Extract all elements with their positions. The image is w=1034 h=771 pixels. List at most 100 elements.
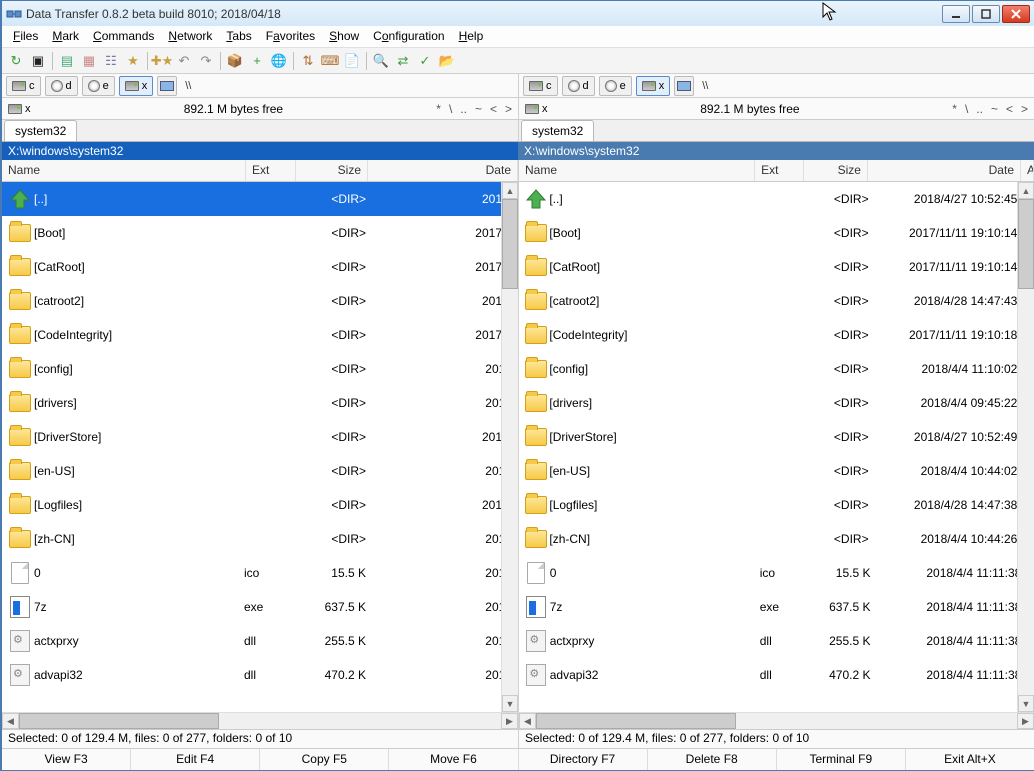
file-row[interactable]: [zh-CN]<DIR>2018/4/4 10:44:26d-- [519,522,1034,556]
diff-icon[interactable]: ⇄ [393,51,413,71]
path-bar-left[interactable]: X:\windows\system32 [2,142,518,160]
search-icon[interactable]: 🔍 [371,51,391,71]
scroll-thumb[interactable] [1018,199,1034,289]
file-row[interactable]: [DriverStore]<DIR>2018/4/27 10:52:49d-- [519,420,1034,454]
menu-files[interactable]: Files [6,26,45,47]
column-name[interactable]: Name [2,160,246,181]
nav-x[interactable]: < [490,102,497,116]
ftp-icon[interactable]: ⇅ [298,51,318,71]
file-row[interactable]: 7zexe637.5 K2018 [2,590,518,624]
file-row[interactable]: [DriverStore]<DIR>2018/ [2,420,518,454]
fkey-edit[interactable]: Edit F4 [131,749,260,770]
scroll-up-icon[interactable]: ▲ [1018,182,1034,199]
scroll-right-icon[interactable]: ▶ [1017,713,1034,729]
fwd-icon[interactable]: ↷ [196,51,216,71]
fkey-exit[interactable]: Exit Alt+X [906,749,1034,770]
connect-icon[interactable]: 🌐 [269,51,289,71]
fkey-move[interactable]: Move F6 [389,749,518,770]
scroll-down-icon[interactable]: ▼ [502,695,518,712]
network-drive-button[interactable] [157,76,177,96]
file-row[interactable]: [en-US]<DIR>2018/4/4 10:44:02d-- [519,454,1034,488]
fkey-directory[interactable]: Directory F7 [519,749,648,770]
nav-x[interactable]: * [436,102,441,116]
nav-x[interactable]: \ [449,102,452,116]
scroll-thumb[interactable] [502,199,518,289]
column-att[interactable]: Att [1021,160,1034,181]
panel-tab[interactable]: system32 [4,120,77,141]
drive-c[interactable]: c [6,76,41,96]
drive-e[interactable]: e [599,76,632,96]
nav-x[interactable]: * [952,102,957,116]
thumbs-icon[interactable]: ▦ [79,51,99,71]
file-row[interactable]: [..]<DIR>2018/4/27 10:52:45d-- [519,182,1034,216]
nav-x[interactable]: < [1006,102,1013,116]
file-row[interactable]: [Logfiles]<DIR>2018/4/28 14:47:38d-a [519,488,1034,522]
scroll-track[interactable] [736,713,1017,729]
file-row[interactable]: [Boot]<DIR>2017/1 [2,216,518,250]
menu-favorites[interactable]: Favorites [259,26,322,47]
addfav-icon[interactable]: ✚★ [152,51,172,71]
treeview-icon[interactable]: ☷ [101,51,121,71]
file-row[interactable]: advapi32dll470.2 K2018/4/4 11:11:38--a [519,658,1034,692]
column-ext[interactable]: Ext [246,160,296,181]
back-icon[interactable]: ↶ [174,51,194,71]
column-name[interactable]: Name [519,160,755,181]
menu-mark[interactable]: Mark [45,26,86,47]
column-date[interactable]: Date [868,160,1021,181]
menu-tabs[interactable]: Tabs [219,26,258,47]
file-row[interactable]: [drivers]<DIR>2018/4/4 09:45:22d-- [519,386,1034,420]
scrollbar-horizontal[interactable]: ◀ ▶ [519,712,1034,729]
filelist-left[interactable]: [..]<DIR>2018/[Boot]<DIR>2017/1[CatRoot]… [2,182,518,729]
filelist-right[interactable]: [..]<DIR>2018/4/27 10:52:45d--[Boot]<DIR… [519,182,1034,729]
scroll-thumb[interactable] [19,713,219,729]
nav-x[interactable]: ~ [475,102,482,116]
file-row[interactable]: [CatRoot]<DIR>2017/1 [2,250,518,284]
file-row[interactable]: [Logfiles]<DIR>2018/ [2,488,518,522]
file-row[interactable]: [en-US]<DIR>2018 [2,454,518,488]
scroll-track[interactable] [502,289,518,695]
file-row[interactable]: [CodeIntegrity]<DIR>2017/1 [2,318,518,352]
network-drive-button[interactable] [674,76,694,96]
file-row[interactable]: [config]<DIR>2018/4/4 11:10:02d-- [519,352,1034,386]
scroll-right-icon[interactable]: ▶ [501,713,518,729]
file-row[interactable]: actxprxydll255.5 K2018 [2,624,518,658]
nav-x[interactable]: ~ [991,102,998,116]
file-row[interactable]: actxprxydll255.5 K2018/4/4 11:11:38--a [519,624,1034,658]
menu-commands[interactable]: Commands [86,26,161,47]
fkey-terminal[interactable]: Terminal F9 [777,749,906,770]
notepad-icon[interactable]: 📄 [342,51,362,71]
scroll-left-icon[interactable]: ◀ [519,713,536,729]
panel-tab[interactable]: system32 [521,120,594,141]
file-row[interactable]: [catroot2]<DIR>2018/4/28 14:47:43d-- [519,284,1034,318]
file-row[interactable]: 0ico15.5 K2018/4/4 11:11:38--a [519,556,1034,590]
nav-xx[interactable]: .. [976,102,983,116]
close-button[interactable] [1002,5,1030,23]
listview-icon[interactable]: ▤ [57,51,77,71]
favs-icon[interactable]: ★ [123,51,143,71]
file-row[interactable]: [zh-CN]<DIR>2018 [2,522,518,556]
maximize-button[interactable] [972,5,1000,23]
terminal-icon[interactable]: ▣ [28,51,48,71]
file-row[interactable]: [CatRoot]<DIR>2017/11/11 19:10:14d-- [519,250,1034,284]
nav-x[interactable]: \ [965,102,968,116]
scrollbar-vertical[interactable]: ▲ ▼ [501,182,518,712]
check-icon[interactable]: ✓ [415,51,435,71]
nav-x[interactable]: > [1021,102,1028,116]
file-row[interactable]: [..]<DIR>2018/ [2,182,518,216]
scroll-track[interactable] [219,713,501,729]
column-size[interactable]: Size [804,160,868,181]
nav-xx[interactable]: .. [460,102,467,116]
file-row[interactable]: [CodeIntegrity]<DIR>2017/11/11 19:10:18d… [519,318,1034,352]
file-row[interactable]: [drivers]<DIR>2018 [2,386,518,420]
menu-show[interactable]: Show [322,26,366,47]
column-ext[interactable]: Ext [755,160,804,181]
scroll-up-icon[interactable]: ▲ [502,182,518,199]
file-row[interactable]: 0ico15.5 K2018 [2,556,518,590]
file-row[interactable]: [catroot2]<DIR>2018/ [2,284,518,318]
drive-c[interactable]: c [523,76,558,96]
drive-x[interactable]: x [119,76,154,96]
fkey-view[interactable]: View F3 [2,749,131,770]
menu-network[interactable]: Network [161,26,219,47]
file-row[interactable]: 7zexe637.5 K2018/4/4 11:11:38--a [519,590,1034,624]
menu-help[interactable]: Help [452,26,491,47]
